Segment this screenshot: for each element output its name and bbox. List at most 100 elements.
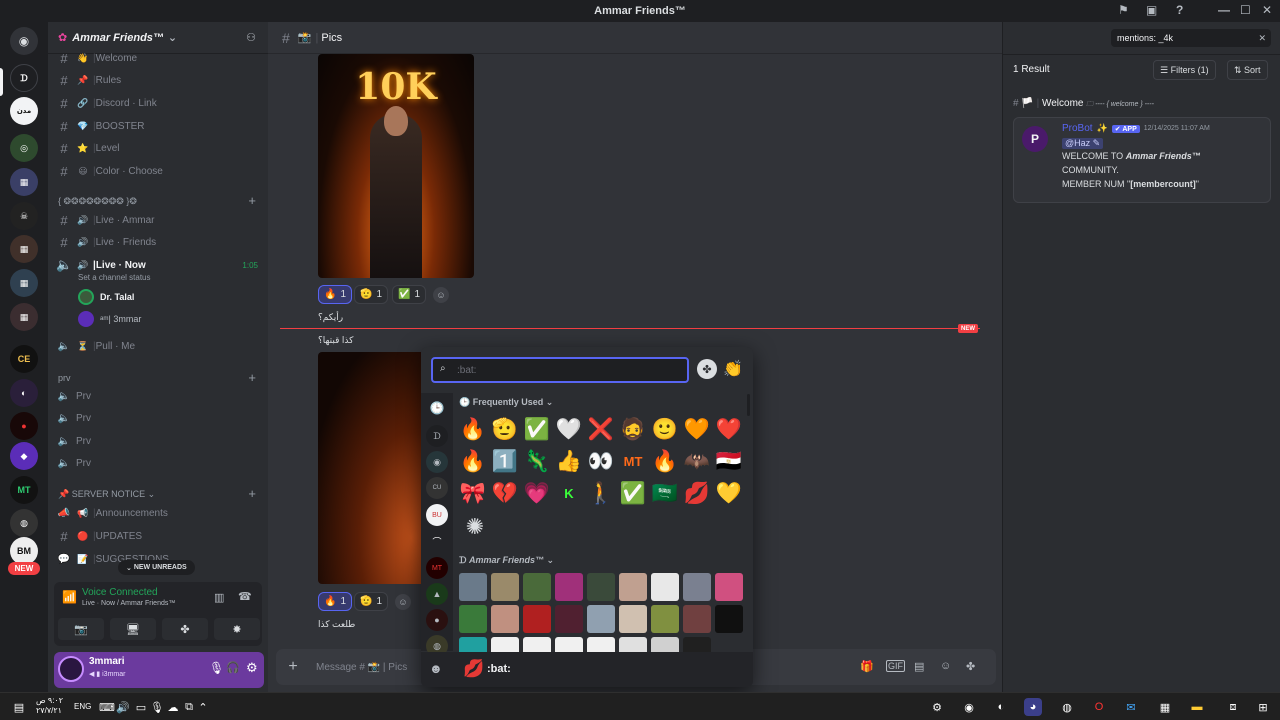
category-prv[interactable]: prv	[58, 373, 71, 383]
emoji-cell[interactable]: 🎀	[459, 479, 487, 507]
emoji-cell[interactable]: ✅	[523, 415, 551, 443]
add-channel-icon[interactable]: +	[248, 486, 256, 501]
author-name[interactable]: ProBot	[1062, 123, 1093, 134]
channel-updates[interactable]: # 🔴 | UPDATES	[56, 526, 260, 546]
server-icon-2[interactable]: مدن	[10, 97, 38, 125]
settings-app-icon[interactable]: ⚙	[928, 698, 946, 716]
clock[interactable]: ٩:٠٢ ص ٢٧/٧/٢١	[36, 696, 63, 716]
emoji-cell[interactable]: 💛	[715, 479, 743, 507]
custom-emoji-cell[interactable]	[459, 573, 487, 601]
emoji-search-input[interactable]: ⌕ :bat:	[431, 357, 689, 383]
custom-emoji-cell[interactable]	[683, 573, 711, 601]
voice-channel-prv[interactable]: 🔈 Prv	[56, 408, 260, 428]
emoji-cell[interactable]: 👀	[587, 447, 615, 475]
maximize-button[interactable]: ☐	[1240, 3, 1251, 17]
explorer-app-icon[interactable]: ▬	[1188, 698, 1206, 716]
add-channel-icon[interactable]: +	[248, 193, 256, 208]
server-icon-13[interactable]: MT	[10, 476, 38, 504]
new-unreads-pill[interactable]: ⌄ NEW UNREADS	[118, 560, 195, 575]
emoji-cell[interactable]: 1️⃣	[491, 447, 519, 475]
soundboard-button[interactable]: ✸	[214, 618, 260, 640]
disconnect-icon[interactable]: ☎	[238, 590, 252, 603]
new-badge[interactable]: NEW	[8, 562, 40, 575]
server-emoji-tab[interactable]: ◉	[426, 451, 448, 473]
monitor-icon[interactable]: ▣	[1146, 3, 1157, 17]
emoji-cell[interactable]: 🙂	[651, 415, 679, 443]
voice-location[interactable]: Live · Now / Ammar Friends™	[82, 600, 175, 607]
emoji-button-icon[interactable]: ☺	[940, 660, 951, 672]
emoji-cell[interactable]: 🇸🇦	[651, 479, 679, 507]
search-result-card[interactable]: P ProBot ✨ ✔ APP 12/14/2025 11:07 AM @Ha…	[1013, 117, 1271, 203]
username[interactable]: 3mmari	[89, 656, 125, 667]
section-frequently-used[interactable]: 🕒 Frequently Used ⌄	[459, 397, 553, 408]
steam-app-icon[interactable]: ◉	[960, 698, 978, 716]
camera-off-button[interactable]: 📷	[58, 618, 104, 640]
custom-emoji-cell[interactable]	[619, 573, 647, 601]
screen-share-button[interactable]: 🖥	[110, 618, 156, 640]
voice-activity-icon[interactable]: ▥	[214, 591, 224, 604]
server-emoji-tab[interactable]: BU	[426, 504, 448, 526]
voice-channel-live-friends[interactable]: # 🔊 | Live · Friends	[56, 232, 260, 252]
chevron-up-icon[interactable]: ⌃	[194, 698, 212, 716]
custom-emoji-cell[interactable]	[523, 605, 551, 633]
custom-emoji-cell[interactable]	[587, 605, 615, 633]
random-emoji-icon[interactable]: ✤	[697, 359, 717, 379]
emoji-cell[interactable]: 👍	[555, 447, 583, 475]
reaction-chip[interactable]: 🔥 1	[318, 592, 353, 611]
emoji-cell[interactable]: ✅	[619, 479, 647, 507]
voice-status[interactable]: Voice Connected	[82, 587, 158, 598]
server-folder-4[interactable]: ▦	[10, 303, 38, 331]
headphones-icon[interactable]: 🎧	[226, 661, 240, 674]
avatar[interactable]	[58, 656, 84, 682]
channel-discord-link[interactable]: # 🔗 | Discord · Link	[56, 93, 260, 113]
sort-button[interactable]: ⇅ Sort	[1227, 60, 1268, 80]
custom-emoji-cell[interactable]	[715, 573, 743, 601]
channel-status[interactable]: Set a channel status	[78, 273, 151, 282]
task-view-icon[interactable]: ⧈	[1224, 698, 1242, 716]
voice-user[interactable]: Dr. Talal	[78, 289, 134, 305]
custom-emoji-cell[interactable]	[683, 605, 711, 633]
recent-clock-icon[interactable]: 🕒	[426, 397, 448, 419]
emoji-cell[interactable]: ❌	[587, 415, 615, 443]
emoji-cell[interactable]: K	[555, 479, 583, 507]
help-icon[interactable]: ?	[1176, 3, 1183, 17]
emoji-cell[interactable]: 💗	[523, 479, 551, 507]
scrollbar[interactable]	[747, 394, 750, 416]
emoji-cell[interactable]: 🚶	[587, 479, 615, 507]
app-icon[interactable]: ◍	[1058, 698, 1076, 716]
server-icon-9[interactable]: CE	[10, 345, 38, 373]
server-ammar-friends[interactable]: ᗪ	[10, 64, 38, 92]
microphone-icon[interactable]: 🎙	[209, 661, 224, 675]
server-icon-10[interactable]: ◐	[10, 379, 38, 407]
invite-people-icon[interactable]: ⚇	[246, 31, 256, 44]
settings-gear-icon[interactable]: ⚙	[246, 660, 258, 676]
start-menu-icon[interactable]: ⊞	[1254, 698, 1272, 716]
apps-icon[interactable]: ✤	[966, 660, 975, 673]
voice-channel-prv[interactable]: 🔈 Prv	[56, 431, 260, 451]
custom-emoji-cell[interactable]	[459, 605, 487, 633]
add-reaction-icon[interactable]: ☺	[433, 287, 449, 303]
custom-emoji-cell[interactable]	[523, 573, 551, 601]
voice-channel-pull-me[interactable]: 🔈 ⏳ | Pull · Me	[56, 336, 260, 356]
server-folder-1[interactable]: ▦	[10, 168, 38, 196]
section-server-emoji[interactable]: ᗪ Ammar Friends™ ⌄	[459, 555, 554, 566]
message-input[interactable]: Message # 📸 | Pics	[316, 662, 407, 673]
custom-emoji-cell[interactable]	[651, 573, 679, 601]
voice-channel-prv[interactable]: 🔈 Prv	[56, 386, 260, 406]
server-emoji-tab[interactable]: ᗪ	[426, 425, 448, 447]
reaction-chip[interactable]: 🫡 1	[354, 592, 389, 611]
reaction-chip[interactable]: ✅ 1	[392, 285, 427, 304]
channel-announcements[interactable]: 📣 📢 | Announcements	[56, 503, 260, 523]
emoji-cell[interactable]: 🧡	[683, 415, 711, 443]
server-icon-11[interactable]: ●	[10, 412, 38, 440]
avatar[interactable]: P	[1022, 126, 1048, 152]
voice-channel-prv[interactable]: 🔈 Prv	[56, 453, 260, 473]
channel-welcome[interactable]: # 👋 | Welcome	[56, 48, 260, 68]
custom-emoji-cell[interactable]	[555, 605, 583, 633]
channel-level[interactable]: # ⭐ | Level	[56, 138, 260, 158]
message-image[interactable]: 10K	[318, 54, 474, 278]
result-channel[interactable]: # 🏳️ | Welcome 🗀 ---- { welcome } ----	[1013, 98, 1154, 111]
channel-color-choose[interactable]: # 😃 | Color · Choose	[56, 161, 260, 181]
emoji-cell[interactable]: 🔥	[459, 447, 487, 475]
notifications-icon[interactable]: ▤	[10, 698, 28, 716]
